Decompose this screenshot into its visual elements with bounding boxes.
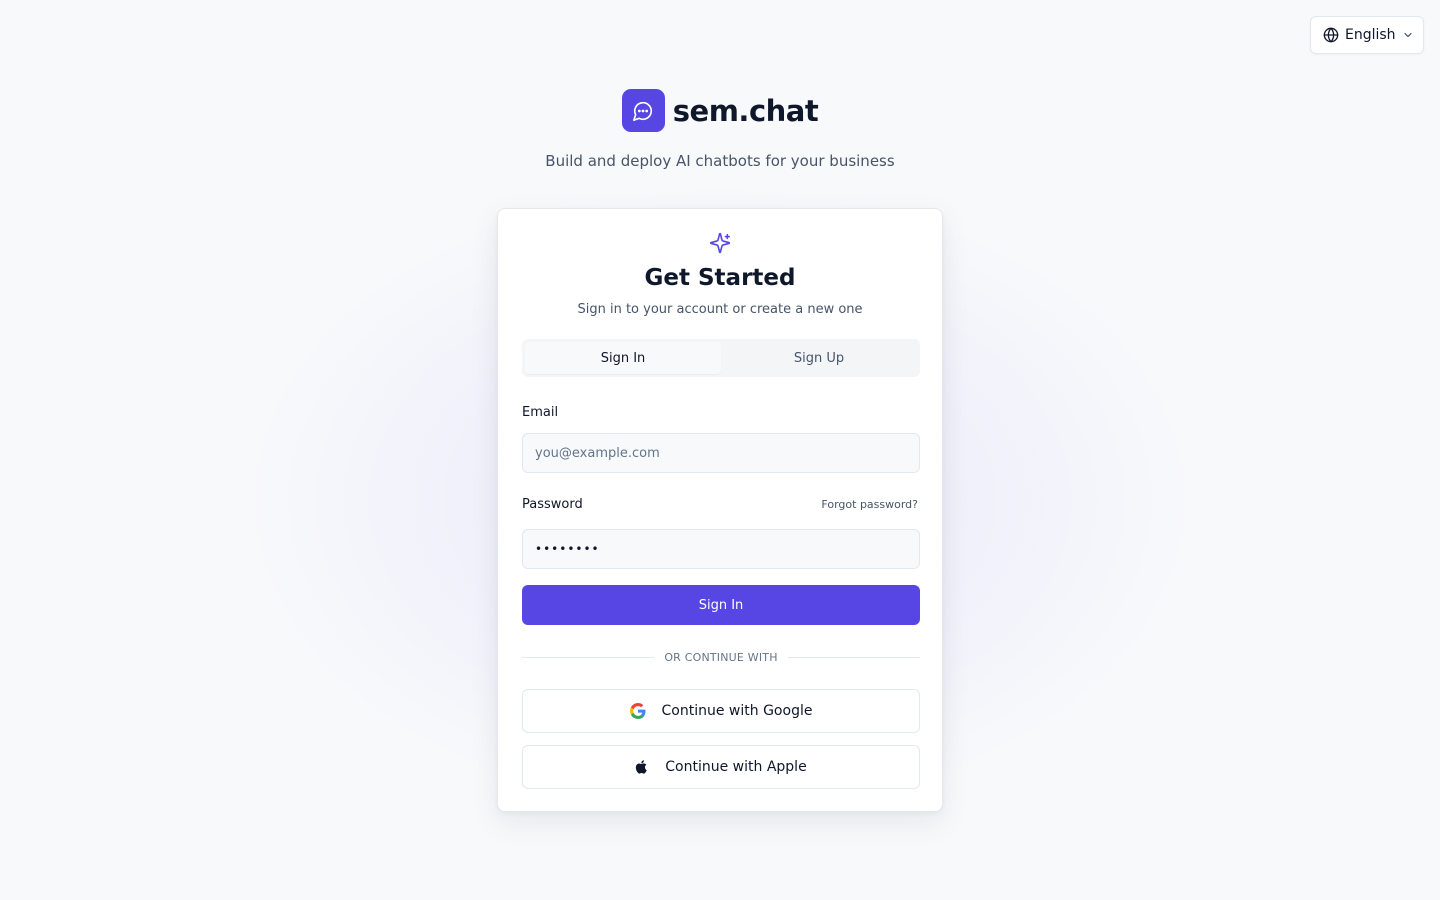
forgot-password-link[interactable]: Forgot password? <box>821 498 918 511</box>
apple-signin-button[interactable]: Continue with Apple <box>522 745 920 789</box>
sign-in-button[interactable]: Sign In <box>522 585 920 625</box>
password-label: Password <box>522 497 583 512</box>
email-label: Email <box>522 405 559 420</box>
google-button-label: Continue with Google <box>661 703 813 719</box>
email-placeholder: you@example.com <box>535 445 660 461</box>
brand-name: sem.chat <box>672 93 819 128</box>
tab-sign-in[interactable]: Sign In <box>525 342 721 374</box>
auth-tabs: Sign In Sign Up <box>522 339 920 377</box>
language-label: English <box>1345 27 1396 43</box>
divider-label: OR CONTINUE WITH <box>664 650 778 664</box>
password-field[interactable]: •••••••• <box>522 529 920 569</box>
oauth-divider: OR CONTINUE WITH <box>522 650 920 664</box>
sparkle-icon <box>709 232 731 258</box>
tab-sign-up[interactable]: Sign Up <box>721 342 917 374</box>
globe-icon <box>1323 27 1339 43</box>
apple-button-label: Continue with Apple <box>665 759 807 775</box>
google-icon <box>629 703 646 719</box>
password-value: •••••••• <box>535 542 600 556</box>
apple-icon <box>635 760 649 774</box>
card-subtitle: Sign in to your account or create a new … <box>577 302 863 317</box>
brand-header: sem.chat <box>0 89 1440 132</box>
auth-card: Get Started Sign in to your account or c… <box>497 208 943 812</box>
chat-bubble-icon <box>621 89 665 132</box>
google-signin-button[interactable]: Continue with Google <box>522 689 920 733</box>
tagline: Build and deploy AI chatbots for your bu… <box>545 152 895 170</box>
language-selector[interactable]: English <box>1310 16 1424 54</box>
divider-line <box>787 656 920 658</box>
chevron-down-icon <box>1402 29 1414 41</box>
email-field[interactable]: you@example.com <box>522 433 920 473</box>
card-title: Get Started <box>644 265 796 291</box>
divider-line <box>522 656 655 658</box>
